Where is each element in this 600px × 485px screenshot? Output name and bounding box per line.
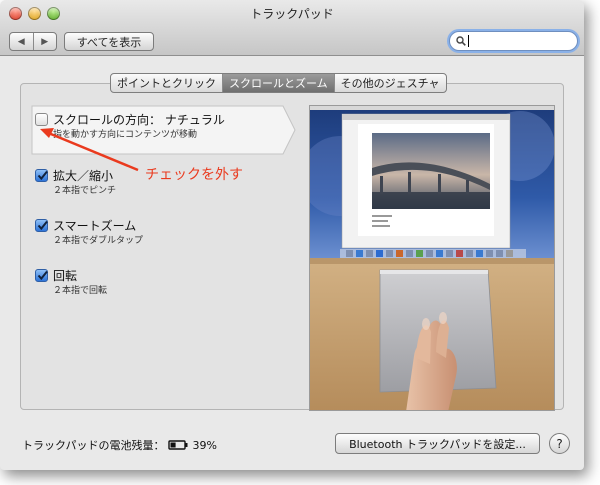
setup-bluetooth-trackpad-button[interactable]: Bluetooth トラックパッドを設定... xyxy=(335,433,540,454)
checkmark-icon xyxy=(37,170,48,181)
option-scroll-direction: スクロールの方向： ナチュラル 指を動かす方向にコンテンツが移動 xyxy=(31,108,301,158)
preferences-window: トラックパッド ◀ ▶ すべてを表示 ポイントとクリック スクロールとズーム そ… xyxy=(0,0,584,470)
tab-point-and-click[interactable]: ポイントとクリック xyxy=(111,74,223,92)
forward-arrow-icon: ▶ xyxy=(41,36,49,47)
annotation-label: チェックを外す xyxy=(145,167,243,183)
back-arrow-icon: ◀ xyxy=(17,36,25,47)
text-caret xyxy=(468,35,469,47)
tab-scroll-and-zoom[interactable]: スクロールとズーム xyxy=(223,74,335,92)
option-description: ２本指でピンチ xyxy=(53,186,117,196)
option-description: ２本指で回転 xyxy=(53,286,108,296)
option-title: スマートズーム xyxy=(53,219,137,233)
option-rotate: 回転 ２本指で回転 xyxy=(31,264,301,304)
battery-status: トラックパッドの電池残量： 39% xyxy=(22,437,217,453)
option-smart-zoom: スマートズーム ２本指でダブルタップ xyxy=(31,214,301,254)
preview-illustration xyxy=(310,106,554,410)
tab-bar: ポイントとクリック スクロールとズーム その他のジェスチャ xyxy=(110,73,447,93)
option-title: スクロールの方向： ナチュラル xyxy=(53,113,225,127)
smart-zoom-checkbox[interactable] xyxy=(35,219,48,232)
option-title: 回転 xyxy=(53,269,78,283)
search-input[interactable] xyxy=(449,31,578,51)
checkmark-icon xyxy=(37,220,48,231)
checkmark-icon xyxy=(37,270,48,281)
magnifier-icon xyxy=(456,36,466,46)
option-description: 指を動かす方向にコンテンツが移動 xyxy=(53,130,198,140)
scroll-direction-checkbox[interactable] xyxy=(35,113,48,126)
rotate-checkbox[interactable] xyxy=(35,269,48,282)
back-button[interactable]: ◀ xyxy=(10,33,34,50)
tab-more-gestures[interactable]: その他のジェスチャ xyxy=(335,74,446,92)
battery-label: トラックパッドの電池残量： xyxy=(22,439,165,452)
battery-percent: 39% xyxy=(192,438,217,452)
option-description: ２本指でダブルタップ xyxy=(53,236,144,246)
gesture-preview-video xyxy=(309,105,555,411)
title-bar: トラックパッド ◀ ▶ すべてを表示 xyxy=(0,0,584,56)
back-forward-control: ◀ ▶ xyxy=(9,32,57,51)
forward-button[interactable]: ▶ xyxy=(34,33,57,50)
battery-icon xyxy=(168,440,188,450)
show-all-button[interactable]: すべてを表示 xyxy=(64,32,154,51)
zoom-checkbox[interactable] xyxy=(35,169,48,182)
option-title: 拡大／縮小 xyxy=(53,169,114,183)
help-button[interactable]: ? xyxy=(549,433,570,454)
window-title: トラックパッド xyxy=(250,7,334,21)
